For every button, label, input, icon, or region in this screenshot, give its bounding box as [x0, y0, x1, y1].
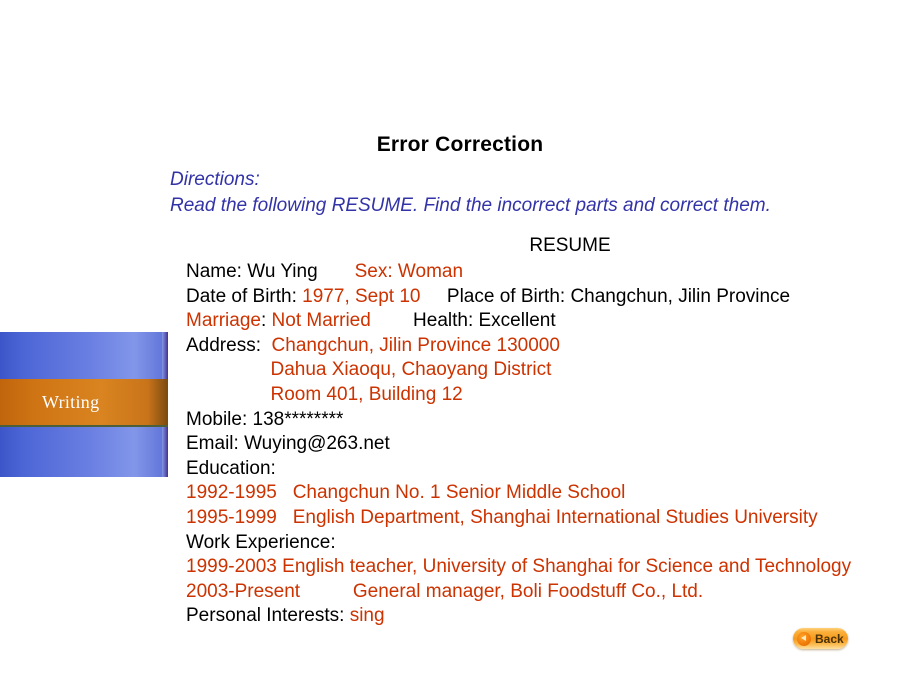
- resume-line-mobile: Mobile: 138********: [186, 408, 920, 433]
- resume-text-segment: Room 401, Building 12: [270, 383, 463, 405]
- resume-text-segment: 2003-Present General manager, Boli Foods…: [186, 580, 704, 602]
- resume-text-segment: 1995-1999 English Department, Shanghai I…: [186, 506, 818, 528]
- resume-body: Name: Wu Ying Sex: Woman Date of Birth: 1…: [186, 260, 920, 629]
- back-button-label: Back: [815, 631, 844, 646]
- resume-text-segment: Date of Birth:: [186, 285, 303, 307]
- resume-text-segment: Dahua Xiaoqu, Chaoyang District: [270, 359, 552, 381]
- directions-heading: Directions:: [170, 169, 260, 190]
- resume-text-segment: Education:: [186, 457, 276, 479]
- resume-text-segment: :: [260, 310, 272, 332]
- resume-line-work-label: Work Experience:: [186, 531, 920, 556]
- resume-text-segment: Work Experience:: [186, 531, 336, 553]
- back-button[interactable]: Back: [793, 628, 848, 649]
- resume-text-segment: Email: Wuying@263.net: [186, 433, 390, 455]
- directions-block: Directions: Read the following RESUME. F…: [170, 167, 910, 219]
- resume-text-segment: Name: Wu Ying: [186, 261, 318, 282]
- resume-text-segment: Health: Excellent: [370, 310, 556, 332]
- resume-line-email: Email: Wuying@263.net: [186, 432, 920, 457]
- resume-line-education-1: 1992-1995 Changchun No. 1 Senior Middle …: [186, 481, 920, 506]
- resume-text-segment: [318, 261, 355, 282]
- resume-text-segment: Mobile: 138********: [186, 408, 344, 430]
- resume-line-name-sex: Name: Wu Ying Sex: Woman: [186, 260, 920, 285]
- resume-text-segment: Not Married: [271, 310, 371, 332]
- resume-line-birth: Date of Birth: 1977, Sept 10 Place of Bi…: [186, 285, 920, 310]
- directions-text: Read the following RESUME. Find the inco…: [170, 195, 771, 216]
- resume-line-marriage-health: Marriage: Not Married Health: Excellent: [186, 309, 920, 334]
- side-panel: Writing: [0, 332, 168, 477]
- resume-text-segment: 1999-2003 English teacher, University of…: [186, 556, 852, 578]
- resume-line-work-2: 2003-Present General manager, Boli Foods…: [186, 580, 920, 605]
- resume-line-interests: Personal Interests: sing: [186, 604, 920, 629]
- triangle-left-icon: [797, 631, 811, 646]
- resume-line-address-2: Dahua Xiaoqu, Chaoyang District: [186, 358, 920, 383]
- resume-text-segment: [186, 384, 270, 405]
- resume-heading: RESUME: [529, 235, 611, 256]
- resume-text-segment: [186, 359, 270, 380]
- resume-line-work-1: 1999-2003 English teacher, University of…: [186, 555, 920, 580]
- resume-line-education-label: Education:: [186, 457, 920, 482]
- resume-text-segment: Place of Birth: Changchun, Jilin Provinc…: [420, 285, 791, 307]
- resume-text-segment: 1977, Sept 10: [302, 285, 421, 307]
- resume-text-segment: Changchun, Jilin Province 130000: [271, 334, 560, 356]
- resume-line-education-2: 1995-1999 English Department, Shanghai I…: [186, 506, 920, 531]
- resume-text-segment: Marriage: [186, 310, 261, 332]
- resume-text-segment: Address:: [186, 334, 272, 356]
- page-title: Error Correction: [376, 133, 544, 156]
- resume-line-address-1: Address: Changchun, Jilin Province 13000…: [186, 334, 920, 359]
- resume-text-segment: 1992-1995 Changchun No. 1 Senior Middle …: [186, 482, 626, 504]
- slide-canvas: Error Correction Directions: Read the fo…: [0, 0, 920, 690]
- sidebar-item-writing[interactable]: Writing: [0, 379, 168, 427]
- sidebar-item-label: Writing: [42, 391, 100, 412]
- resume-text-segment: Personal Interests:: [186, 605, 350, 627]
- resume-line-address-3: Room 401, Building 12: [186, 383, 920, 408]
- resume-text-segment: sing: [349, 605, 385, 627]
- resume-text-segment: Sex: Woman: [354, 261, 464, 282]
